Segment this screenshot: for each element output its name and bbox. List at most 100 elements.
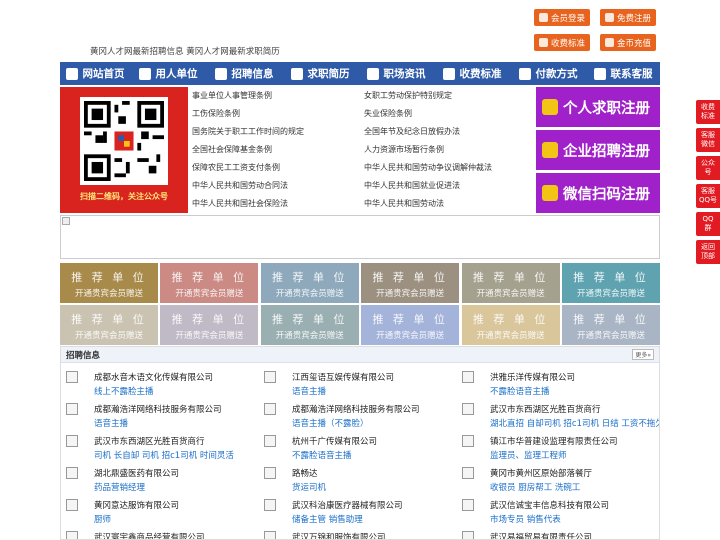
- law-link[interactable]: 失业保险条例: [364, 108, 412, 119]
- company-name[interactable]: 武汉市东西湖区光胜百货商行: [490, 403, 601, 415]
- law-link[interactable]: 中华人民共和国劳动法: [364, 198, 444, 209]
- recommended-unit-tile[interactable]: 推 荐 单 位开通贵宾会员赠送: [361, 305, 460, 345]
- float-bar-item[interactable]: 收费 标准: [696, 100, 720, 124]
- nav-employers[interactable]: 用人单位: [130, 62, 206, 85]
- fee-standard-button[interactable]: 收费标准: [534, 34, 590, 51]
- job-positions[interactable]: 语音主播: [94, 417, 128, 429]
- nav-news[interactable]: 职场资讯: [358, 62, 434, 85]
- company-name[interactable]: 武汉万锦和服饰有限公司: [292, 531, 386, 539]
- company-name[interactable]: 武汉市东西湖区光胜百货商行: [94, 435, 205, 447]
- recommended-unit-tile[interactable]: 推 荐 单 位开通贵宾会员赠送: [260, 263, 359, 303]
- coin-recharge-button[interactable]: 金币充值: [600, 34, 656, 51]
- job-listing[interactable]: 黄冈意达服饰有限公司 厨师: [61, 497, 251, 529]
- job-listing[interactable]: 武汉易福贸易有限责任公司业务跟单 市场营销专员: [457, 529, 647, 539]
- recommended-unit-tile[interactable]: 推 荐 单 位开通贵宾会员赠送: [60, 263, 158, 303]
- nav-contact[interactable]: 联系客服: [586, 62, 660, 85]
- job-positions[interactable]: 监理员、监理工程师: [490, 449, 567, 461]
- company-name[interactable]: 路畅达: [292, 467, 318, 479]
- wechat-register-button[interactable]: 微信扫码注册: [536, 173, 660, 213]
- job-listing[interactable]: 湖北鼎盛医药有限公司 药品营销经理: [61, 465, 251, 497]
- job-positions[interactable]: 不露脸语音主播: [292, 449, 352, 461]
- nav-jobs[interactable]: 招聘信息: [206, 62, 282, 85]
- law-link[interactable]: 中华人民共和国就业促进法: [364, 180, 460, 191]
- nav-resumes[interactable]: 求职简历: [282, 62, 358, 85]
- float-bar-item[interactable]: 客服 微信: [696, 128, 720, 152]
- job-listing[interactable]: 武汉市东西湖区光胜百货商行司机 长自缷 司机 招c1司机 时间灵活: [61, 433, 251, 465]
- job-positions[interactable]: 语音主播: [292, 385, 326, 397]
- free-register-button[interactable]: 免费注册: [600, 9, 656, 26]
- nav-payment[interactable]: 付款方式: [510, 62, 586, 85]
- law-link[interactable]: 工伤保险条例: [192, 108, 240, 119]
- job-positions[interactable]: 司机 长自缷 司机 招c1司机 时间灵活: [94, 449, 234, 461]
- law-link[interactable]: 中华人民共和国社会保险法: [192, 198, 288, 209]
- recommended-unit-tile[interactable]: 推 荐 单 位开通贵宾会员赠送: [60, 305, 158, 345]
- job-listing[interactable]: 成都瀚浩洋网络科技服务有限公司 语音主播（不露脸）: [259, 401, 449, 433]
- law-link[interactable]: 女职工劳动保护特别规定: [364, 90, 452, 101]
- personal-register-button[interactable]: 个人求职注册: [536, 87, 660, 127]
- job-listing[interactable]: 武汉市东西湖区光胜百货商行湖北直招 自缷司机 招c1司机 日结 工资不拖欠: [457, 401, 659, 433]
- recommended-unit-tile[interactable]: 推 荐 单 位开通贵宾会员赠送: [562, 263, 660, 303]
- job-positions[interactable]: 储备主管 销售助理: [292, 513, 363, 525]
- company-name[interactable]: 镇江市华普建设监理有限责任公司: [490, 435, 618, 447]
- law-link[interactable]: 保障农民工工资支付条例: [192, 162, 280, 173]
- float-bar-item[interactable]: 返回 顶部: [696, 240, 720, 264]
- job-listing[interactable]: 洪雅乐洋传媒有限公司 不露脸语音主播: [457, 369, 647, 401]
- job-positions[interactable]: 线上不露脸主播: [94, 385, 154, 397]
- job-positions[interactable]: 药品营销经理: [94, 481, 145, 493]
- law-link[interactable]: 全国年节及纪念日放假办法: [364, 126, 460, 137]
- job-listing[interactable]: 成都瀚浩洋网络科技服务有限公司 语音主播: [61, 401, 251, 433]
- float-bar-item[interactable]: 公众号: [696, 156, 720, 180]
- law-link[interactable]: 中华人民共和国劳动争议调解仲裁法: [364, 162, 492, 173]
- recommended-unit-tile[interactable]: 推 荐 单 位开通贵宾会员赠送: [260, 305, 359, 345]
- company-name[interactable]: 成都瀚浩洋网络科技服务有限公司: [94, 403, 222, 415]
- job-listing[interactable]: 江西玺语互娱传媒有限公司 语音主播: [259, 369, 449, 401]
- job-listing[interactable]: 武汉万锦和服饰有限公司电话+市场销售 客户经理 主管: [259, 529, 449, 539]
- recommended-unit-tile[interactable]: 推 荐 单 位开通贵宾会员赠送: [562, 305, 660, 345]
- member-login-button[interactable]: 会员登录: [534, 9, 590, 26]
- recommended-unit-tile[interactable]: 推 荐 单 位开通贵宾会员赠送: [461, 263, 560, 303]
- law-link[interactable]: 事业单位人事管理条例: [192, 90, 272, 101]
- company-register-button[interactable]: 企业招聘注册: [536, 130, 660, 170]
- company-name[interactable]: 黄冈市黄州区原始部落餐厅: [490, 467, 592, 479]
- job-listing[interactable]: 黄冈市黄州区原始部落餐厅 收银员 厨房帮工 洗碗工: [457, 465, 647, 497]
- company-name[interactable]: 杭州千广传媒有限公司: [292, 435, 377, 447]
- job-listing[interactable]: 镇江市华普建设监理有限责任公司 监理员、监理工程师: [457, 433, 647, 465]
- job-listing[interactable]: 路畅达 货运司机: [259, 465, 449, 497]
- law-link[interactable]: 中华人民共和国劳动合同法: [192, 180, 288, 191]
- job-positions[interactable]: 湖北直招 自缷司机 招c1司机 日结 工资不拖欠: [490, 417, 659, 429]
- company-name[interactable]: 武汉易福贸易有限责任公司: [490, 531, 592, 539]
- more-link[interactable]: 更多»: [632, 349, 654, 360]
- recommended-unit-tile[interactable]: 推 荐 单 位开通贵宾会员赠送: [461, 305, 560, 345]
- nav-fees[interactable]: 收费标准: [434, 62, 510, 85]
- job-listing[interactable]: 武汉科治康医疗器械有限公司 储备主管 销售助理: [259, 497, 449, 529]
- company-name[interactable]: 江西玺语互娱传媒有限公司: [292, 371, 394, 383]
- nav-home[interactable]: 网站首页: [60, 62, 130, 85]
- recommended-unit-tile[interactable]: 推 荐 单 位开通贵宾会员赠送: [160, 263, 259, 303]
- job-positions[interactable]: 货运司机: [292, 481, 326, 493]
- job-positions[interactable]: 不露脸语音主播: [490, 385, 550, 397]
- job-listing[interactable]: 成都水音木语文化传媒有限公司 线上不露脸主播: [61, 369, 251, 401]
- job-listing[interactable]: 武汉寰宇鑫商品经营有限公司网络销售 人事专员: [61, 529, 251, 539]
- law-link[interactable]: 国务院关于职工工作时间的规定: [192, 126, 304, 137]
- job-positions[interactable]: 厨师: [94, 513, 111, 525]
- company-name[interactable]: 武汉信诚宝丰信息科技有限公司: [490, 499, 609, 511]
- job-listing[interactable]: 杭州千广传媒有限公司 不露脸语音主播: [259, 433, 449, 465]
- job-positions[interactable]: 收银员 厨房帮工 洗碗工: [490, 481, 580, 493]
- company-name[interactable]: 湖北鼎盛医药有限公司: [94, 467, 179, 479]
- company-name[interactable]: 成都水音木语文化传媒有限公司: [94, 371, 213, 383]
- banner-image[interactable]: [60, 215, 660, 259]
- recommended-unit-tile[interactable]: 推 荐 单 位开通贵宾会员赠送: [361, 263, 460, 303]
- law-link[interactable]: 全国社会保障基金条例: [192, 144, 272, 155]
- company-name[interactable]: 黄冈意达服饰有限公司: [94, 499, 179, 511]
- company-name[interactable]: 武汉科治康医疗器械有限公司: [292, 499, 403, 511]
- law-link[interactable]: 人力资源市场暂行条例: [364, 144, 444, 155]
- job-listing[interactable]: 武汉信诚宝丰信息科技有限公司 市场专员 销售代表: [457, 497, 647, 529]
- company-name[interactable]: 洪雅乐洋传媒有限公司: [490, 371, 575, 383]
- company-name[interactable]: 成都瀚浩洋网络科技服务有限公司: [292, 403, 420, 415]
- float-bar-item[interactable]: QQ 群: [696, 212, 720, 236]
- recommended-unit-tile[interactable]: 推 荐 单 位开通贵宾会员赠送: [160, 305, 259, 345]
- float-bar-item[interactable]: 客服 QQ号: [696, 184, 720, 208]
- company-name[interactable]: 武汉寰宇鑫商品经营有限公司: [94, 531, 205, 539]
- job-positions[interactable]: 语音主播（不露脸）: [292, 417, 369, 429]
- job-positions[interactable]: 市场专员 销售代表: [490, 513, 561, 525]
